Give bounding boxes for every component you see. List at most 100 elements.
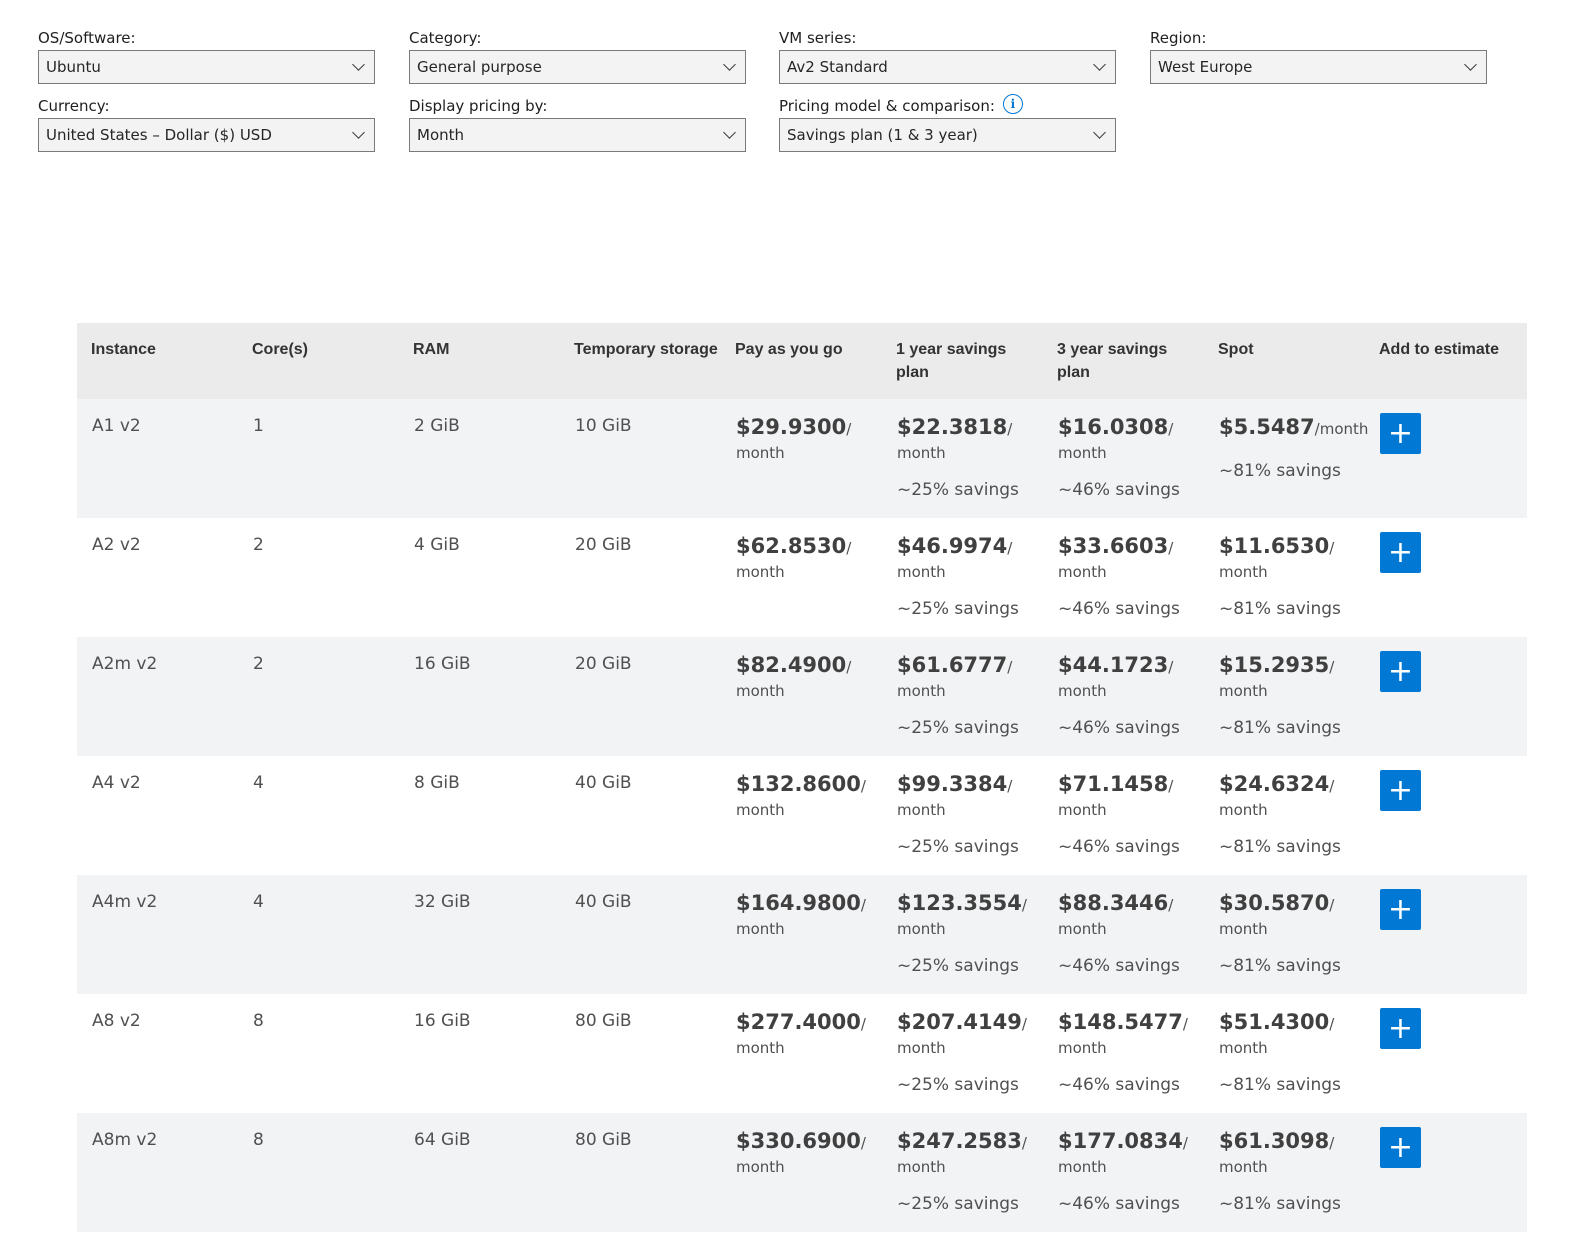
spot-savings: ~81% savings xyxy=(1219,1194,1341,1214)
vm-series-select[interactable]: Av2 Standard xyxy=(779,50,1116,84)
payg-cell: $330.6900/ month xyxy=(721,1130,882,1232)
storage-value: 10 GiB xyxy=(575,416,632,436)
instance-name: A1 v2 xyxy=(92,416,141,436)
table-row: A2m v2 2 16 GiB 20 GiB $82.4900/ month $… xyxy=(77,637,1527,756)
ram-value: 2 GiB xyxy=(414,416,460,436)
spot-price: $61.3098 xyxy=(1219,1129,1330,1153)
payg-unit: month xyxy=(736,1158,785,1176)
pricing-model-select-value: Savings plan (1 & 3 year) xyxy=(787,126,978,144)
storage-value: 20 GiB xyxy=(575,535,632,555)
payg-price: $330.6900 xyxy=(736,1129,861,1153)
payg-unit: month xyxy=(736,682,785,700)
pricing-model-select[interactable]: Savings plan (1 & 3 year) xyxy=(779,118,1116,152)
one-year-plan-cell: $22.3818/ month ~25% savings xyxy=(882,416,1043,518)
payg-slash: / xyxy=(860,777,866,795)
add-to-estimate-button[interactable]: + xyxy=(1380,770,1421,811)
payg-cell: $29.9300/ month xyxy=(721,416,882,518)
vm-series-select-value: Av2 Standard xyxy=(787,58,888,76)
payg-unit: month xyxy=(736,563,785,581)
three-year-plan-unit: month xyxy=(1058,682,1107,700)
three-year-plan-unit: month xyxy=(1058,563,1107,581)
payg-unit: month xyxy=(736,1039,785,1057)
instance-name: A4m v2 xyxy=(92,892,158,912)
one-year-plan-cell: $99.3384/ month ~25% savings xyxy=(882,773,1043,875)
one-year-plan-savings: ~25% savings xyxy=(897,837,1019,857)
three-year-plan-price: $16.0308 xyxy=(1058,415,1169,439)
one-year-plan-cell: $247.2583/ month ~25% savings xyxy=(882,1130,1043,1232)
category-select[interactable]: General purpose xyxy=(409,50,746,84)
header-instance: Instance xyxy=(91,341,156,358)
cores-value: 8 xyxy=(253,1011,264,1031)
pricing-table: Instance Core(s) RAM Temporary storage P… xyxy=(77,323,1527,1232)
spot-slash: / xyxy=(1329,539,1335,557)
filter-display: Display pricing by: Month xyxy=(409,96,746,152)
three-year-plan-savings: ~46% savings xyxy=(1058,1075,1180,1095)
spot-slash: / xyxy=(1329,658,1335,676)
one-year-plan-price: $207.4149 xyxy=(897,1010,1022,1034)
header-3yr-plan: 3 year savings plan xyxy=(1057,341,1168,381)
one-year-plan-price: $22.3818 xyxy=(897,415,1008,439)
table-body: A1 v2 1 2 GiB 10 GiB $29.9300/ month $22… xyxy=(77,399,1527,1232)
add-to-estimate-button[interactable]: + xyxy=(1380,651,1421,692)
one-year-plan-slash: / xyxy=(1021,896,1027,914)
chevron-down-icon xyxy=(352,126,365,139)
three-year-plan-cell: $16.0308/ month ~46% savings xyxy=(1043,416,1204,518)
three-year-plan-price: $33.6603 xyxy=(1058,534,1169,558)
payg-slash: / xyxy=(860,1015,866,1033)
table-row: A2 v2 2 4 GiB 20 GiB $62.8530/ month $46… xyxy=(77,518,1527,637)
cores-value: 1 xyxy=(253,416,264,436)
spot-unit: month xyxy=(1219,1039,1268,1057)
payg-price: $62.8530 xyxy=(736,534,847,558)
storage-value: 40 GiB xyxy=(575,892,632,912)
add-to-estimate-button[interactable]: + xyxy=(1380,413,1421,454)
one-year-plan-savings: ~25% savings xyxy=(897,1075,1019,1095)
category-select-value: General purpose xyxy=(417,58,542,76)
add-to-estimate-button[interactable]: + xyxy=(1380,889,1421,930)
three-year-plan-price: $88.3446 xyxy=(1058,891,1169,915)
three-year-plan-cell: $177.0834/ month ~46% savings xyxy=(1043,1130,1204,1232)
os-select[interactable]: Ubuntu xyxy=(38,50,375,84)
add-to-estimate-button[interactable]: + xyxy=(1380,1008,1421,1049)
display-select[interactable]: Month xyxy=(409,118,746,152)
payg-price: $29.9300 xyxy=(736,415,847,439)
payg-price: $277.4000 xyxy=(736,1010,861,1034)
plus-icon: + xyxy=(1387,415,1414,451)
region-select[interactable]: West Europe xyxy=(1150,50,1487,84)
chevron-down-icon xyxy=(352,58,365,71)
three-year-plan-cell: $33.6603/ month ~46% savings xyxy=(1043,535,1204,637)
display-select-value: Month xyxy=(417,126,465,144)
spot-slash: / xyxy=(1329,1015,1335,1033)
one-year-plan-cell: $207.4149/ month ~25% savings xyxy=(882,1011,1043,1113)
spot-cell: $61.3098/ month ~81% savings xyxy=(1204,1130,1365,1232)
one-year-plan-savings: ~25% savings xyxy=(897,1194,1019,1214)
one-year-plan-unit: month xyxy=(897,563,946,581)
plus-icon: + xyxy=(1387,534,1414,570)
three-year-plan-price: $177.0834 xyxy=(1058,1129,1183,1153)
payg-slash: / xyxy=(860,1134,866,1152)
currency-select[interactable]: United States – Dollar ($) USD xyxy=(38,118,375,152)
spot-price: $30.5870 xyxy=(1219,891,1330,915)
spot-savings: ~81% savings xyxy=(1219,837,1341,857)
header-spot: Spot xyxy=(1218,341,1254,358)
add-to-estimate-button[interactable]: + xyxy=(1380,1127,1421,1168)
spot-cell: $51.4300/ month ~81% savings xyxy=(1204,1011,1365,1113)
one-year-plan-unit: month xyxy=(897,1039,946,1057)
add-to-estimate-button[interactable]: + xyxy=(1380,532,1421,573)
three-year-plan-cell: $88.3446/ month ~46% savings xyxy=(1043,892,1204,994)
three-year-plan-savings: ~46% savings xyxy=(1058,599,1180,619)
payg-cell: $82.4900/ month xyxy=(721,654,882,756)
currency-select-value: United States – Dollar ($) USD xyxy=(46,126,272,144)
info-icon[interactable]: i xyxy=(1002,94,1023,114)
instance-name: A8m v2 xyxy=(92,1130,158,1150)
payg-slash: / xyxy=(846,420,852,438)
instance-name: A2m v2 xyxy=(92,654,158,674)
cores-value: 2 xyxy=(253,654,264,674)
one-year-plan-price: $46.9974 xyxy=(897,534,1008,558)
payg-cell: $164.9800/ month xyxy=(721,892,882,994)
spot-slash: / xyxy=(1329,777,1335,795)
spot-unit: month xyxy=(1219,682,1268,700)
storage-value: 20 GiB xyxy=(575,654,632,674)
spot-slash: / xyxy=(1329,1134,1335,1152)
add-cell: + xyxy=(1365,651,1526,756)
cores-value: 2 xyxy=(253,535,264,555)
